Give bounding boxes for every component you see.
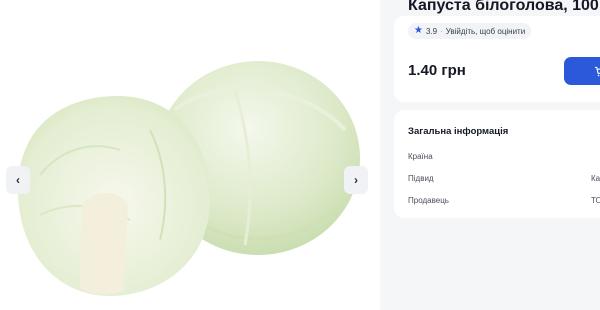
product-title: Капуста білоголова, 100г: [408, 0, 600, 14]
general-info-title: Загальна інформація: [408, 126, 509, 137]
product-gallery: ‹ ›: [0, 0, 380, 310]
info-label: Підвид: [408, 174, 434, 183]
info-row-seller: Продавець ТО: [408, 196, 600, 205]
add-to-cart-button[interactable]: [564, 57, 600, 85]
gallery-prev-button[interactable]: ‹: [6, 166, 30, 194]
cart-icon: [594, 66, 600, 76]
star-icon: ★: [414, 25, 423, 36]
rating-value: 3.9: [425, 26, 438, 36]
gallery-next-button[interactable]: ›: [344, 166, 368, 194]
info-label: Країна: [408, 152, 433, 161]
rating-chip[interactable]: ★ 3.9 · Увійдіть, щоб оцінити: [408, 23, 532, 39]
product-price: 1.40 грн: [408, 62, 466, 79]
rating-login-prompt[interactable]: Увійдіть, щоб оцінити: [446, 27, 525, 36]
info-row-country: Країна: [408, 152, 600, 161]
info-label: Продавець: [408, 196, 449, 205]
info-value[interactable]: Ка: [591, 174, 600, 183]
separator-dot: ·: [440, 26, 443, 36]
cabbage-image: [18, 61, 360, 296]
info-row-subtype: Підвид Ка: [408, 174, 600, 183]
info-value[interactable]: ТО: [591, 196, 600, 205]
